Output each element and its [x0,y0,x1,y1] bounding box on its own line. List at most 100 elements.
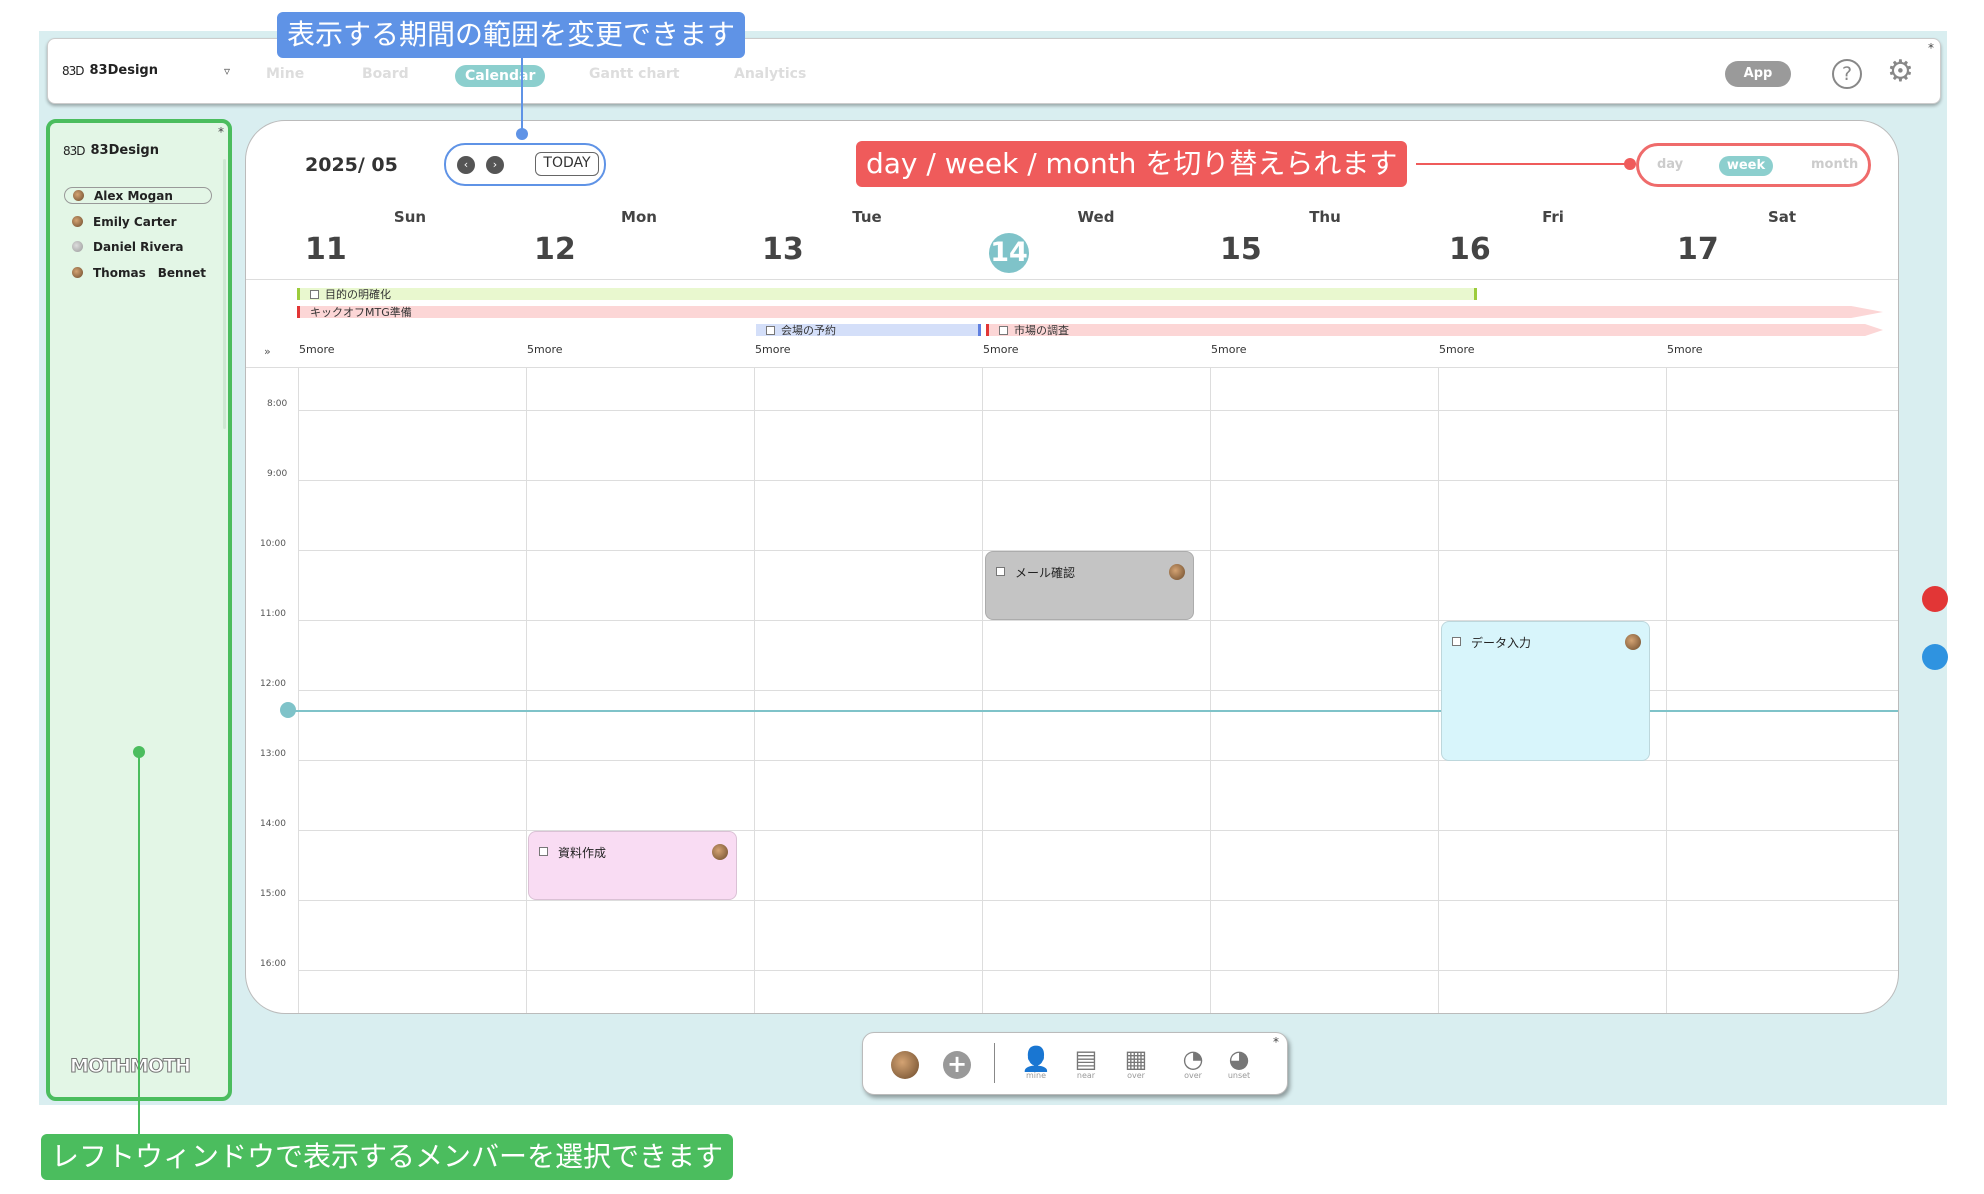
settings-gear-icon[interactable]: ⚙ [1887,55,1914,89]
time-label: 11:00 [260,609,286,619]
filter-label: unset [1227,1071,1251,1080]
all-day-task-purpose[interactable]: 目的の明確化 [297,288,1477,301]
event-title: メール確認 [1015,566,1076,580]
more-link[interactable]: 5more [983,343,1019,356]
member-name: Emily Carter [93,214,177,229]
filter-mine[interactable]: 👤 mine [1019,1047,1053,1081]
day-number-14-today[interactable]: 14 [989,233,1029,273]
annotation-period-range: 表示する期間の範囲を変更できます [277,12,746,58]
add-task-plus-icon[interactable]: + [943,1051,971,1079]
task-checkbox[interactable] [766,325,775,335]
expand-all-day-icon[interactable]: » [264,345,271,358]
column-divider [1438,368,1439,1013]
tab-gantt-chart[interactable]: Gantt chart [589,66,679,82]
sidebar-pin-icon[interactable]: * [218,125,224,139]
more-link[interactable]: 5more [299,343,335,356]
blue-indicator-dot[interactable] [1922,644,1948,670]
calendar-panel: 2025/ 05 ‹ › TODAY day week month Sun 11… [245,120,1899,1014]
view-week[interactable]: week [1719,156,1773,176]
tab-mine[interactable]: Mine [266,66,304,82]
avatar [72,267,83,278]
annotation-connector-dot [1624,158,1636,170]
hour-line [298,970,1898,971]
event-checkbox[interactable] [1452,637,1461,646]
all-day-task-kickoff[interactable]: キックオフMTG準備 [297,306,1883,318]
filter-near[interactable]: ▤ near [1069,1047,1103,1081]
column-divider [982,368,983,1013]
time-label: 10:00 [260,539,286,549]
help-icon[interactable]: ? [1832,59,1862,89]
member-alex-mogan[interactable]: Alex Mogan [64,187,212,204]
day-name-mon: Mon [621,208,657,226]
day-number-17[interactable]: 17 [1677,232,1719,267]
day-name-wed: Wed [1077,208,1115,226]
app-screen: { "top_nav": { "brand_mark": "83D", "bra… [0,0,1984,1194]
task-title: 市場の調査 [1014,324,1069,337]
day-number-13[interactable]: 13 [762,232,804,267]
more-link[interactable]: 5more [1667,343,1703,356]
brand-mark: 83D [62,63,84,78]
annotation-connector [521,58,523,132]
filter-over-date[interactable]: ▦ over [1119,1047,1153,1081]
day-number-12[interactable]: 12 [534,232,576,267]
period-navigation: ‹ › TODAY [444,143,606,186]
next-icon[interactable]: › [486,156,504,174]
app-button[interactable]: App [1725,61,1791,87]
today-button[interactable]: TODAY [535,152,599,176]
tab-calendar[interactable]: Calendar [455,65,546,87]
member-daniel-rivera[interactable]: Daniel Rivera [64,238,183,255]
red-indicator-dot[interactable] [1922,586,1948,612]
tab-board[interactable]: Board [362,66,409,82]
event-checkbox[interactable] [996,567,1005,576]
member-emily-carter[interactable]: Emily Carter [64,213,177,230]
day-number-15[interactable]: 15 [1220,232,1262,267]
more-link[interactable]: 5more [755,343,791,356]
hour-line [298,690,1898,691]
more-link[interactable]: 5more [1211,343,1247,356]
task-checkbox[interactable] [999,325,1008,335]
time-label: 14:00 [260,819,286,829]
prev-icon[interactable]: ‹ [457,156,475,174]
filter-label: over [1184,1071,1202,1080]
sidebar-scrollbar[interactable] [223,159,226,429]
all-day-task-venue[interactable]: 会場の予約 [756,324,981,337]
clock-unset-icon: ◕ [1228,1045,1250,1073]
member-name: Thomas Bennet [93,266,206,280]
event-mail-check[interactable]: メール確認 [985,551,1194,620]
avatar [72,216,83,227]
more-link[interactable]: 5more [1439,343,1475,356]
hour-line [298,480,1898,481]
event-data-entry[interactable]: データ入力 [1441,621,1650,761]
event-document-creation[interactable]: 資料作成 [528,831,737,900]
member-thomas-bennet[interactable]: Thomas Bennet [64,264,206,281]
user-avatar[interactable] [891,1051,919,1079]
filter-over-time[interactable]: ◔ over [1176,1047,1210,1081]
day-number-16[interactable]: 16 [1449,232,1491,267]
filter-unset[interactable]: ◕ unset [1222,1047,1256,1081]
day-number-11[interactable]: 11 [305,232,347,267]
workspace-chevron-icon[interactable]: ▿ [224,64,230,78]
dock-pin-icon[interactable]: * [1273,1035,1279,1049]
view-day[interactable]: day [1657,157,1683,172]
event-assignee-avatar [1169,564,1185,580]
pin-icon[interactable]: * [1928,41,1934,55]
day-name-fri: Fri [1542,208,1564,226]
annotation-connector [138,752,140,1134]
current-time-line [282,710,1898,712]
sidebar-brand-logo: 83D 83Design [63,143,159,158]
view-month[interactable]: month [1811,157,1858,172]
calendar-icon: ▤ [1074,1045,1098,1073]
task-checkbox[interactable] [310,289,319,299]
column-divider [526,368,527,1013]
time-label: 16:00 [260,959,286,969]
all-day-task-market-research[interactable]: 市場の調査 [986,324,1883,336]
hour-line [298,620,1898,621]
event-checkbox[interactable] [539,847,548,856]
tab-analytics[interactable]: Analytics [734,66,806,82]
event-assignee-avatar [712,844,728,860]
more-link[interactable]: 5more [527,343,563,356]
brand-logo[interactable]: 83D 83Design [62,63,158,78]
header-divider [246,279,1898,280]
time-label: 13:00 [260,749,286,759]
current-time-indicator [280,702,296,718]
